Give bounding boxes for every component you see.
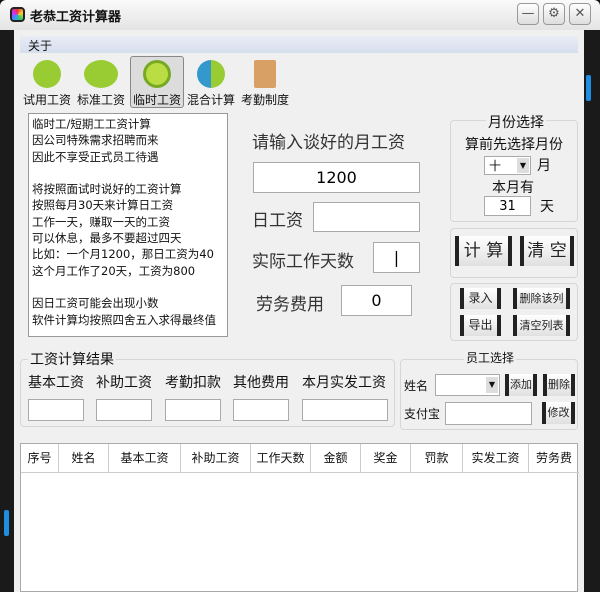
tool-label: 试用工资 [22,93,71,107]
column-header[interactable]: 实发工资 [463,444,529,473]
delete-employee-button[interactable]: 删除 [543,374,575,396]
record-button[interactable]: 录入 [460,288,501,309]
basic-wage-output[interactable] [28,399,84,421]
days-in-month-label: 本月有 [492,180,534,196]
result-label: 其他费用 [233,375,289,391]
employee-table[interactable]: 序号 姓名 基本工资 补助工资 工作天数 金额 奖金 罚款 实发工资 劳务费 [20,443,579,592]
column-header[interactable]: 罚款 [411,444,463,473]
window-title: 老恭工资计算器 [30,10,122,25]
labor-fee-label: 劳务费用 [256,295,324,315]
delete-column-button[interactable]: 删除该列 [513,288,570,309]
window-frame-left [0,30,14,592]
menu-about[interactable]: 关于 [28,37,52,54]
window-frame-right [584,30,600,592]
menu-bar: 关于 [20,36,578,53]
chevron-down-icon: ▼ [517,158,529,173]
settings-button[interactable]: ⚙ [543,3,565,25]
month-select[interactable]: 十 ▼ [484,156,531,175]
alipay-label: 支付宝 [404,407,441,421]
column-header[interactable]: 补助工资 [181,444,251,473]
monthly-wage-input[interactable] [253,162,420,193]
net-pay-output[interactable] [302,399,388,421]
column-header[interactable]: 工作天数 [251,444,311,473]
work-days-input[interactable] [373,242,420,273]
tool-label: 临时工资 [132,93,181,107]
days-unit: 天 [540,199,554,215]
tool-standard-wage[interactable]: 标准工资 [74,56,128,108]
column-header[interactable]: 姓名 [59,444,109,473]
clear-list-button[interactable]: 清空列表 [513,315,570,336]
daily-wage-label: 日工资 [252,211,303,231]
days-in-month-input[interactable] [484,196,531,216]
result-group-title: 工资计算结果 [28,349,116,369]
export-button[interactable]: 导出 [460,315,501,336]
person-icon [33,60,61,88]
month-hint: 算前先选择月份 [465,137,563,153]
tool-label: 混合计算 [186,93,235,107]
calculate-button[interactable]: 计 算 [455,236,512,266]
monthly-prompt: 请输入谈好的月工资 [252,133,405,153]
title-bar: 老恭工资计算器 — ⚙ ✕ [0,0,600,30]
result-label: 考勤扣款 [165,375,221,391]
month-value: 十 [489,159,502,173]
month-group-title: 月份选择 [486,112,546,132]
tool-trial-wage[interactable]: 试用工资 [20,56,74,108]
tool-attendance[interactable]: 考勤制度 [238,56,292,108]
column-header[interactable]: 金额 [311,444,361,473]
group-icon [84,60,118,88]
work-days-label: 实际工作天数 [252,252,354,272]
name-label: 姓名 [404,379,429,393]
clipboard-icon [254,60,276,88]
tool-temp-wage[interactable]: 临时工资 [130,56,184,108]
column-header[interactable]: 劳务费 [529,444,579,473]
modify-button[interactable]: 修改 [542,402,575,424]
result-label: 基本工资 [28,375,84,391]
employee-group-title: 员工选择 [464,349,517,366]
clear-button[interactable]: 清 空 [520,236,574,266]
column-header[interactable]: 序号 [21,444,59,473]
minimize-button[interactable]: — [517,3,539,25]
other-fees-output[interactable] [233,399,289,421]
labor-fee-input[interactable] [341,285,412,316]
column-header[interactable]: 基本工资 [109,444,181,473]
add-employee-button[interactable]: 添加 [505,374,537,396]
clock-icon [143,60,171,88]
tool-mixed-calc[interactable]: 混合计算 [184,56,238,108]
app-icon [10,7,25,22]
users-icon [197,60,225,88]
daily-wage-input[interactable] [313,202,420,232]
table-header: 序号 姓名 基本工资 补助工资 工作天数 金额 奖金 罚款 实发工资 劳务费 [21,444,579,473]
column-header[interactable]: 奖金 [361,444,411,473]
subsidy-output[interactable] [96,399,152,421]
chevron-down-icon: ▼ [486,377,498,393]
close-button[interactable]: ✕ [569,3,591,25]
notes-textbox[interactable]: 临时工/短期工工资计算 因公司特殊需求招聘而来 因此不享受正式员工待遇 将按照面… [28,113,228,337]
name-combo[interactable]: ▼ [435,374,500,396]
tool-label: 标准工资 [76,93,125,107]
month-unit: 月 [537,158,551,174]
attendance-deduction-output[interactable] [165,399,221,421]
alipay-input[interactable] [445,402,532,425]
tool-label: 考勤制度 [240,93,289,107]
result-label: 补助工资 [96,375,152,391]
result-label: 本月实发工资 [302,375,386,391]
